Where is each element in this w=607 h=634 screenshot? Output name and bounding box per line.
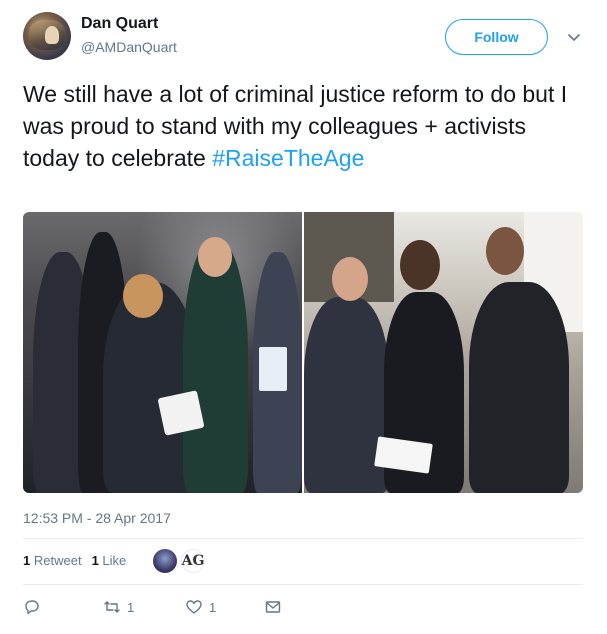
chevron-down-icon[interactable] bbox=[567, 30, 581, 44]
reply-button[interactable] bbox=[23, 598, 41, 616]
divider bbox=[23, 538, 583, 539]
hashtag-link[interactable]: #RaiseTheAge bbox=[212, 145, 364, 171]
photo-group-portrait[interactable] bbox=[304, 212, 583, 493]
retweet-count: 1 bbox=[127, 599, 135, 615]
heart-icon bbox=[186, 600, 202, 614]
like-stat[interactable]: 1 Like bbox=[92, 553, 127, 568]
liker-avatar[interactable] bbox=[153, 549, 177, 573]
engagement-stats: 1 Retweet 1 Like bbox=[23, 553, 126, 568]
tweet-media[interactable] bbox=[23, 212, 583, 493]
retweet-icon bbox=[104, 601, 120, 613]
reply-icon bbox=[25, 600, 39, 615]
liker-avatars: AG bbox=[153, 549, 205, 573]
retweet-button[interactable]: 1 bbox=[103, 598, 134, 616]
author-handle[interactable]: @AMDanQuart bbox=[81, 39, 177, 55]
tweet-text: We still have a lot of criminal justice … bbox=[23, 78, 588, 174]
envelope-icon bbox=[265, 601, 281, 613]
direct-message-button[interactable] bbox=[264, 598, 282, 616]
divider bbox=[23, 584, 583, 585]
like-count: 1 bbox=[209, 599, 217, 615]
tweet-actions: 1 1 bbox=[23, 598, 423, 620]
author-avatar[interactable] bbox=[23, 12, 71, 60]
photo-press-conference[interactable] bbox=[23, 212, 302, 493]
tweet-timestamp[interactable]: 12:53 PM - 28 Apr 2017 bbox=[23, 510, 171, 526]
avatar-figure bbox=[45, 26, 59, 44]
retweet-stat[interactable]: 1 Retweet bbox=[23, 553, 82, 568]
liker-avatar[interactable]: AG bbox=[181, 549, 205, 573]
author-name[interactable]: Dan Quart bbox=[81, 15, 158, 33]
like-button[interactable]: 1 bbox=[185, 598, 216, 616]
follow-button[interactable]: Follow bbox=[445, 19, 548, 55]
